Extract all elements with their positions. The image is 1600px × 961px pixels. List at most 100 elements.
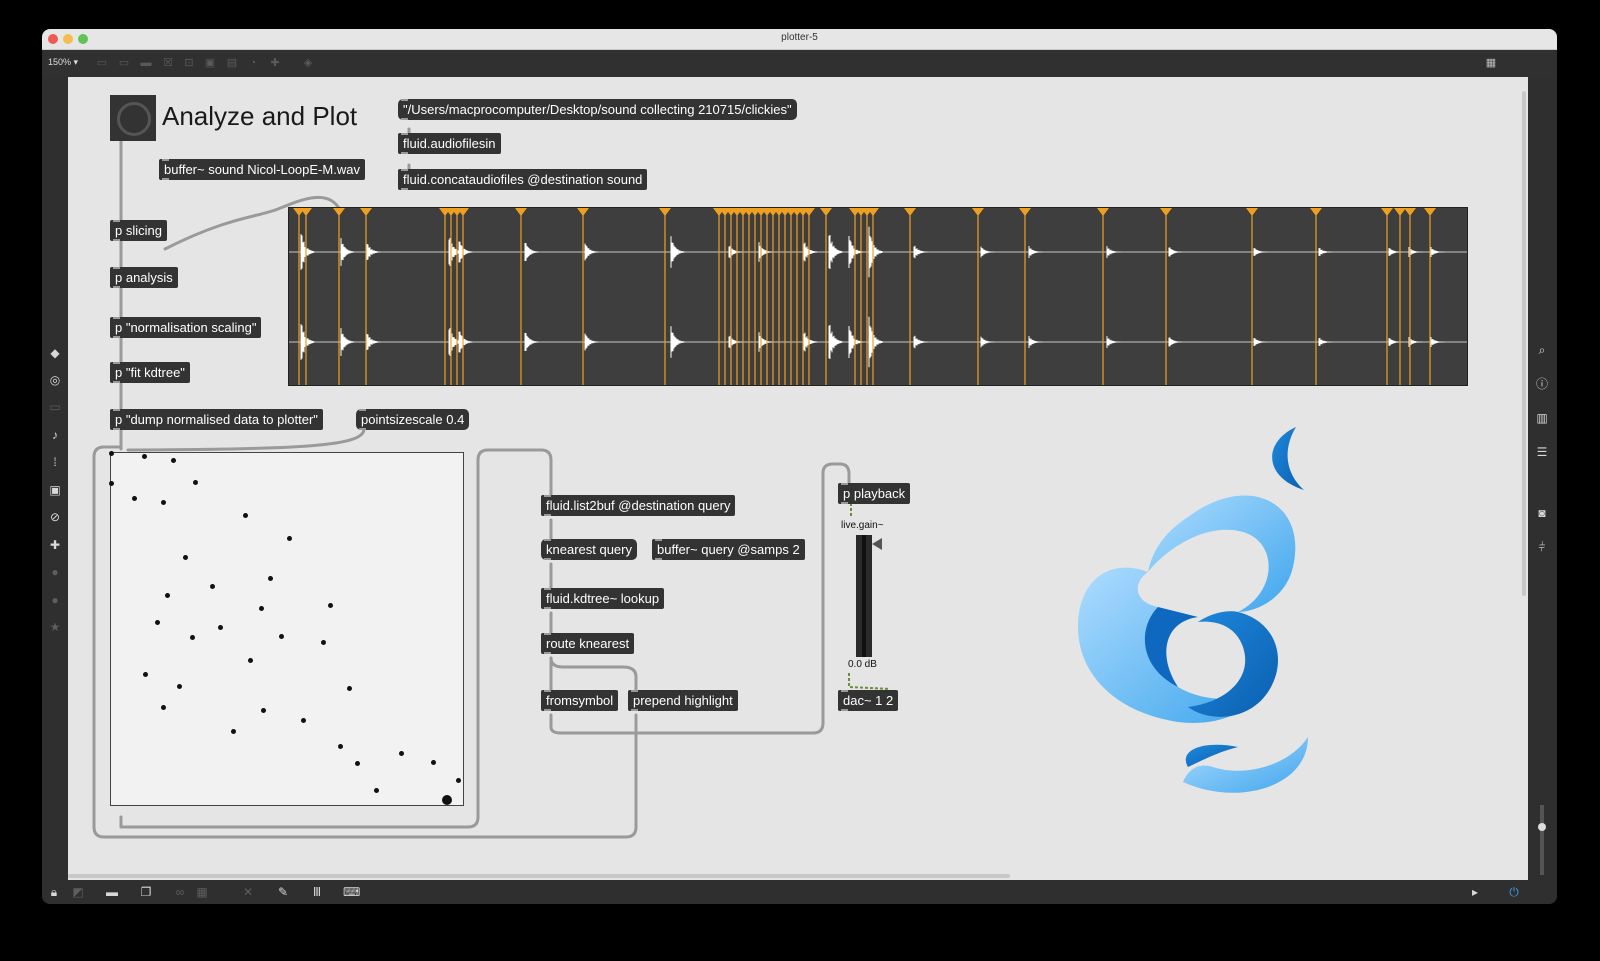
circle-icon-2[interactable]: ● <box>47 592 63 608</box>
dial-icon[interactable]: ◔ <box>247 57 259 69</box>
toggle-icon[interactable]: ⊡ <box>183 57 195 69</box>
prepend-highlight-object[interactable]: prepend highlight <box>628 690 738 711</box>
buffer-sound-object[interactable]: buffer~ sound Nicol-LoopE-M.wav <box>159 159 365 180</box>
volume-handle[interactable] <box>1538 823 1546 831</box>
plot-point[interactable] <box>171 458 176 463</box>
plot-point[interactable] <box>374 788 379 793</box>
window-icon[interactable]: ❐ <box>138 884 154 900</box>
search-icon[interactable]: ⌕ <box>1534 342 1550 358</box>
vertical-scrollbar[interactable] <box>1522 91 1526 596</box>
list2buf-object[interactable]: fluid.list2buf @destination query <box>541 495 736 516</box>
button-icon[interactable]: ☒ <box>162 57 174 69</box>
paint-icon[interactable]: ◈ <box>302 57 314 69</box>
plot-point[interactable] <box>190 635 195 640</box>
knearest-message[interactable]: knearest query <box>541 539 637 560</box>
cube-icon[interactable]: ◆ <box>47 345 63 361</box>
number-icon[interactable]: ▣ <box>204 57 216 69</box>
presentation-icon[interactable]: ▬ <box>104 884 120 900</box>
plot-point[interactable] <box>328 603 333 608</box>
wrench-icon[interactable]: ✎ <box>275 884 291 900</box>
target-icon[interactable]: ◎ <box>47 372 63 388</box>
path-message[interactable]: "/Users/macprocomputer/Desktop/sound col… <box>398 99 797 120</box>
slice-marker-handle[interactable] <box>333 208 345 216</box>
audiofilesin-object[interactable]: fluid.audiofilesin <box>398 133 501 154</box>
slice-marker-handle[interactable] <box>972 208 984 216</box>
music-note-icon[interactable]: ♪ <box>47 427 63 443</box>
plot-point[interactable] <box>193 480 198 485</box>
plot-point[interactable] <box>347 686 352 691</box>
slice-marker-handle[interactable] <box>1160 208 1172 216</box>
book-icon[interactable]: ▥ <box>1534 410 1550 426</box>
info-icon[interactable]: ⓘ <box>1534 376 1550 392</box>
eraser-icon[interactable]: ✕ <box>240 884 256 900</box>
buffer-query-object[interactable]: buffer~ query @samps 2 <box>652 539 805 560</box>
plot-point[interactable] <box>321 640 326 645</box>
slice-marker-handle[interactable] <box>515 208 527 216</box>
plot-point[interactable] <box>183 555 188 560</box>
slice-marker-handle[interactable] <box>577 208 589 216</box>
plot-point[interactable] <box>161 705 166 710</box>
zoom-menu[interactable]: 150% ▾ <box>48 57 78 68</box>
plot-point[interactable] <box>132 496 137 501</box>
bang-button[interactable] <box>110 95 156 141</box>
livegain-slider[interactable] <box>856 535 872 657</box>
paperclip-icon[interactable]: ⊘ <box>47 509 63 525</box>
new-object-icon[interactable]: ▭ <box>96 57 108 69</box>
plot-point[interactable] <box>456 778 461 783</box>
plot-point[interactable] <box>142 454 147 459</box>
edit-icon[interactable]: ◩ <box>70 884 86 900</box>
plot-point[interactable] <box>161 500 166 505</box>
volume-slider[interactable] <box>1538 805 1546 875</box>
plot-point[interactable] <box>109 481 114 486</box>
plot-point[interactable] <box>268 576 273 581</box>
slice-marker-handle[interactable] <box>360 208 372 216</box>
plot-point[interactable] <box>301 718 306 723</box>
waveform-display[interactable] <box>288 207 1468 386</box>
power-icon[interactable]: ⏻ <box>1506 884 1522 900</box>
plot-point[interactable] <box>231 729 236 734</box>
plot-point[interactable] <box>218 625 223 630</box>
p-playback-object[interactable]: p playback <box>838 483 911 504</box>
link-icon[interactable]: ∞ <box>172 884 188 900</box>
puzzle-icon[interactable]: ✚ <box>47 537 63 553</box>
star-icon[interactable]: ★ <box>47 619 63 635</box>
plot-point[interactable] <box>442 795 452 805</box>
p-slicing-object[interactable]: p slicing <box>110 220 167 241</box>
new-message-icon[interactable]: ▭ <box>118 57 130 69</box>
dac-object[interactable]: dac~ 1 2 <box>838 690 899 711</box>
keyboard-icon[interactable]: ⌨ <box>343 884 360 900</box>
pointsizescale-message[interactable]: pointsizescale 0.4 <box>356 409 470 430</box>
circle-icon[interactable]: ● <box>47 564 63 580</box>
plot-point[interactable] <box>399 751 404 756</box>
slice-marker-handle[interactable] <box>1246 208 1258 216</box>
plus-icon[interactable]: ✚ <box>269 57 281 69</box>
plot-point[interactable] <box>355 761 360 766</box>
p-fit-kdtree-object[interactable]: p "fit kdtree" <box>110 362 190 383</box>
plotter-display[interactable] <box>109 451 464 806</box>
comment-icon[interactable]: ▬ <box>140 57 152 69</box>
concataudiofiles-object[interactable]: fluid.concataudiofiles @destination soun… <box>398 169 648 190</box>
plot-point[interactable] <box>210 584 215 589</box>
plot-point[interactable] <box>338 744 343 749</box>
p-analysis-object[interactable]: p analysis <box>110 267 178 288</box>
plot-point[interactable] <box>109 451 114 456</box>
slider-icon[interactable]: ▤ <box>226 57 238 69</box>
slice-marker-handle[interactable] <box>1404 208 1416 216</box>
plot-point[interactable] <box>259 606 264 611</box>
kdtree-lookup-object[interactable]: fluid.kdtree~ lookup <box>541 588 665 609</box>
grid-view-icon[interactable]: ▦ <box>1483 57 1499 69</box>
play-icon[interactable]: ▸ <box>1467 884 1483 900</box>
fromsymbol-object[interactable]: fromsymbol <box>541 690 619 711</box>
route-knearest-object[interactable]: route knearest <box>541 633 635 654</box>
piano-icon[interactable]: Ⅲ <box>309 884 325 900</box>
plot-point[interactable] <box>177 684 182 689</box>
mixer-icon[interactable]: ⫩ <box>1534 539 1550 555</box>
p-normalisation-object[interactable]: p "normalisation scaling" <box>110 317 262 338</box>
camera-icon[interactable]: ◙ <box>1534 505 1550 521</box>
grid-icon[interactable]: ▦ <box>194 884 210 900</box>
slice-marker-handle[interactable] <box>1424 208 1436 216</box>
plot-point[interactable] <box>431 760 436 765</box>
slice-marker-handle[interactable] <box>659 208 671 216</box>
slice-marker-handle[interactable] <box>1310 208 1322 216</box>
lock-icon[interactable]: 🔒︎ <box>46 884 62 900</box>
